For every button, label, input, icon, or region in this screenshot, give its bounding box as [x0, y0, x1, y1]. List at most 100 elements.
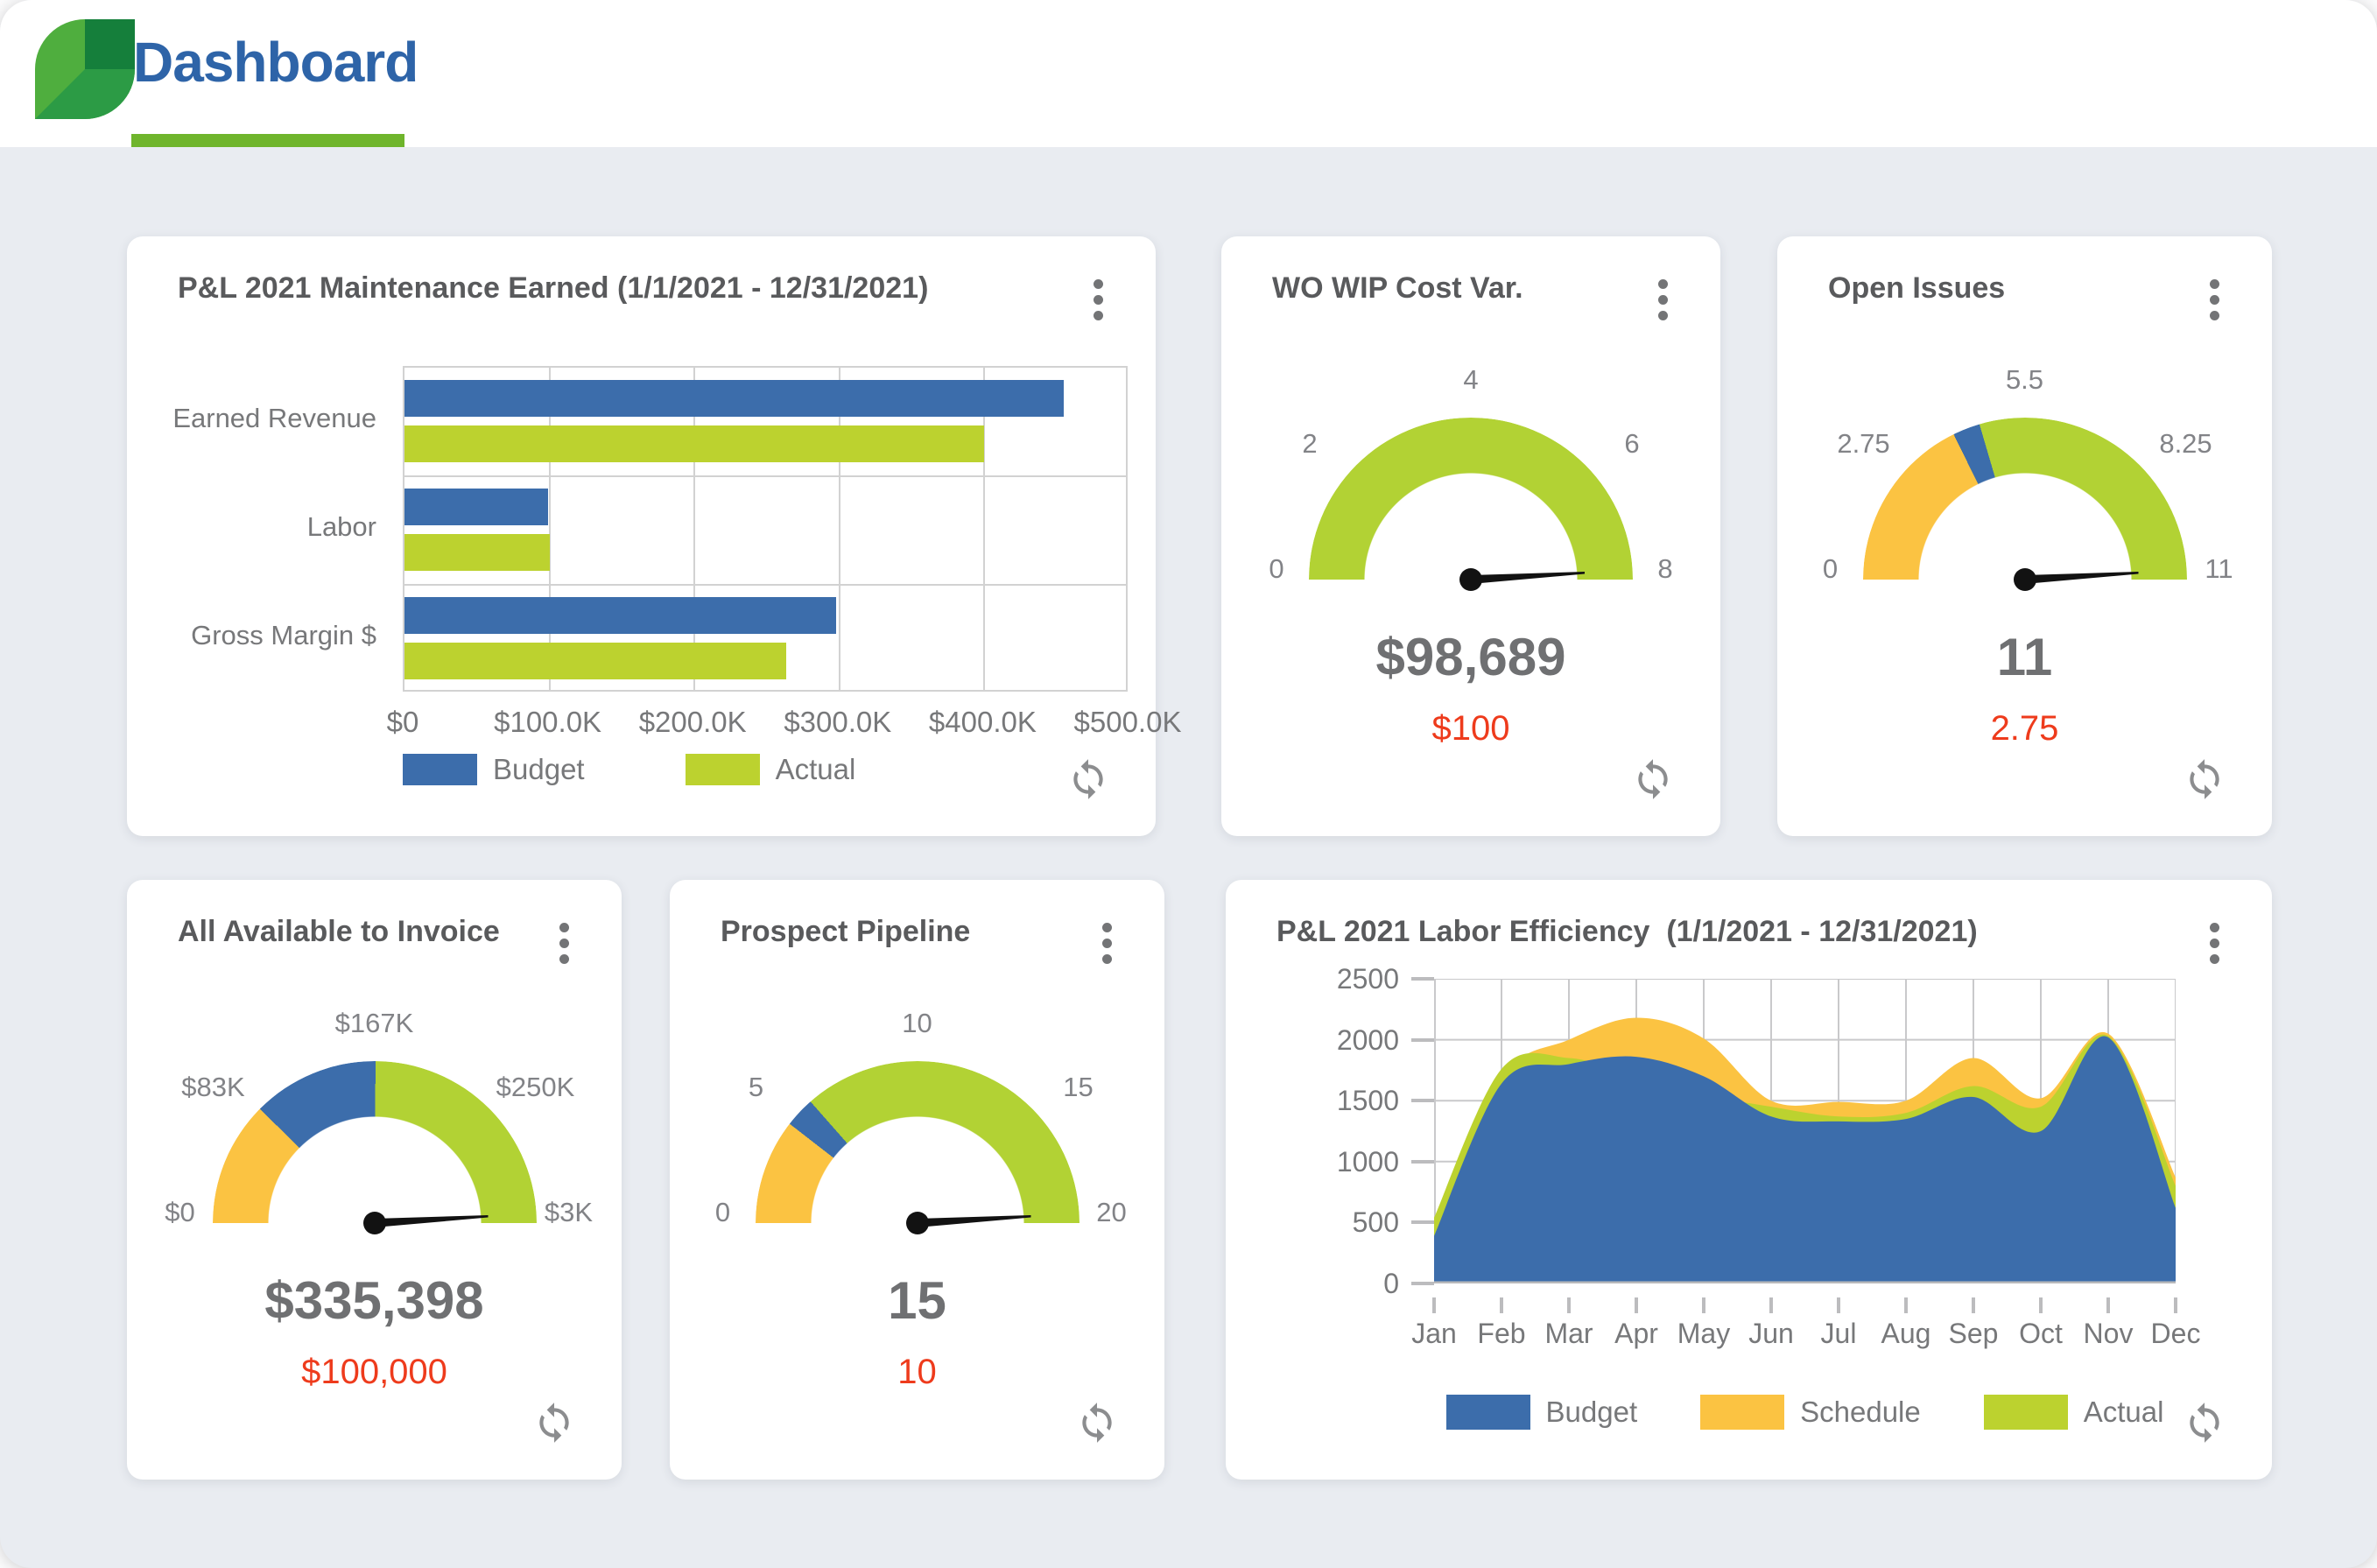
legend-item-actual[interactable]: Actual — [1984, 1395, 2164, 1430]
gauge-target-value: 10 — [670, 1353, 1164, 1392]
gauge-needle-hub — [2014, 568, 2036, 591]
budget-swatch — [1446, 1395, 1530, 1430]
gauge-arc — [1309, 418, 1633, 580]
card-open-issues: Open Issues 02.755.58.2511 11 2.75 — [1777, 236, 2272, 836]
gauge-tick-label: $0 — [165, 1197, 194, 1228]
gauge-arc — [756, 1061, 1079, 1223]
gauge-target-value: $100,000 — [127, 1353, 622, 1392]
bar-chart-legend: Budget Actual — [403, 753, 855, 786]
area-plot — [1434, 979, 2176, 1283]
gauge-tick-label: 20 — [1096, 1197, 1126, 1228]
gauge-tick-label: 2.75 — [1837, 428, 1889, 460]
bar-plot-area — [403, 366, 1128, 692]
area-chart-legend: Budget Schedule Actual — [1434, 1395, 2176, 1430]
gauge-tick-label: 4 — [1463, 364, 1478, 396]
gauge-value: $98,689 — [1221, 627, 1720, 687]
x-tick-mark — [2174, 1297, 2177, 1313]
gauge-tick-label: 2 — [1302, 428, 1317, 460]
legend-item-schedule[interactable]: Schedule — [1700, 1395, 1921, 1430]
gauge-tick-label: 11 — [2205, 553, 2233, 585]
gauge-arc — [213, 1061, 537, 1223]
y-axis-label: 0 — [1226, 1268, 1399, 1300]
gauge-target-value: 2.75 — [1777, 709, 2272, 749]
x-tick-mark — [2039, 1297, 2043, 1313]
x-tick-mark — [1972, 1297, 1975, 1313]
x-axis-label: $400.0K — [904, 706, 1061, 739]
group-separator — [404, 584, 1126, 586]
x-tick-mark — [2106, 1297, 2110, 1313]
actual-swatch — [1984, 1395, 2068, 1430]
x-axis-label: $500.0K — [1049, 706, 1206, 739]
x-tick-mark — [1702, 1297, 1705, 1313]
gauge-tick-label: $250K — [496, 1072, 575, 1103]
area-series-budget — [1434, 1036, 2176, 1283]
refresh-icon[interactable] — [1066, 757, 1110, 801]
refresh-icon[interactable] — [2183, 757, 2226, 801]
bar-actual-1 — [404, 425, 984, 462]
gauge-tick-label: 5 — [749, 1072, 763, 1103]
gauge-tick-label: 0 — [715, 1197, 730, 1228]
legend-label: Actual — [2084, 1396, 2164, 1429]
gauge-tick-label: 8.25 — [2159, 428, 2212, 460]
gauge-tick-label: 6 — [1624, 428, 1639, 460]
y-axis-label: 2000 — [1226, 1024, 1399, 1057]
y-tick-mark — [1411, 1160, 1434, 1164]
y-axis-label: 1500 — [1226, 1085, 1399, 1117]
x-tick-mark — [1635, 1297, 1638, 1313]
gauge-target-value: $100 — [1221, 709, 1720, 749]
gauge-value: $335,398 — [127, 1270, 622, 1331]
y-axis-label: 500 — [1226, 1206, 1399, 1239]
card-labor-efficiency: P&L 2021 Labor Efficiency (1/1/2021 - 12… — [1226, 880, 2272, 1480]
gauge-needle-hub — [1459, 568, 1482, 591]
bar-budget-2 — [404, 489, 548, 525]
gauge-tick-label: $3K — [545, 1197, 593, 1228]
gauge-tick-label: $83K — [181, 1072, 244, 1103]
gauge-needle-hub — [906, 1212, 929, 1234]
gauge-tick-label: 0 — [1269, 553, 1283, 585]
page-title: Dashboard — [133, 30, 418, 95]
bar-budget-1 — [404, 380, 1064, 417]
gauge-tick-label: 5.5 — [2006, 364, 2043, 396]
y-tick-mark — [1411, 1038, 1434, 1042]
legend-item-budget[interactable]: Budget — [1446, 1395, 1638, 1430]
legend-item-actual[interactable]: Actual — [686, 753, 856, 786]
refresh-icon[interactable] — [532, 1401, 576, 1445]
actual-swatch — [686, 754, 760, 785]
labor-area-chart: 05001000150020002500JanFebMarAprMayJunJu… — [1226, 880, 2272, 1480]
legend-item-budget[interactable]: Budget — [403, 753, 585, 786]
gauge-needle-hub — [363, 1212, 386, 1234]
legend-label: Schedule — [1800, 1396, 1921, 1429]
x-axis-label: $300.0K — [759, 706, 917, 739]
refresh-icon[interactable] — [1075, 1401, 1119, 1445]
app-header: Dashboard — [0, 0, 2377, 147]
refresh-icon[interactable] — [2183, 1401, 2226, 1445]
x-axis-label: Dec — [2123, 1318, 2228, 1350]
maintenance-bar-chart: Earned RevenueLaborGross Margin $$0$100.… — [127, 236, 1156, 836]
y-tick-mark — [1411, 977, 1434, 981]
budget-swatch — [403, 754, 477, 785]
gauge-value: 15 — [670, 1270, 1164, 1331]
x-tick-mark — [1500, 1297, 1503, 1313]
x-tick-mark — [1837, 1297, 1840, 1313]
x-axis-label: $0 — [324, 706, 482, 739]
group-separator — [404, 475, 1126, 477]
y-axis-label: 2500 — [1226, 963, 1399, 995]
y-tick-mark — [1411, 1099, 1434, 1102]
bar-budget-3 — [404, 597, 836, 634]
category-label: Earned Revenue — [127, 403, 376, 434]
card-maintenance-earned: P&L 2021 Maintenance Earned (1/1/2021 - … — [127, 236, 1156, 836]
x-axis-label: $200.0K — [614, 706, 771, 739]
y-tick-mark — [1411, 1220, 1434, 1224]
x-tick-mark — [1567, 1297, 1571, 1313]
card-wo-wip-cost-var: WO WIP Cost Var. 02468 $98,689 $100 — [1221, 236, 1720, 836]
x-tick-mark — [1769, 1297, 1773, 1313]
y-axis-label: 1000 — [1226, 1146, 1399, 1178]
x-tick-mark — [1432, 1297, 1436, 1313]
leaf-logo-icon — [35, 19, 135, 119]
gauge-tick-label: 0 — [1823, 553, 1838, 585]
gauge-tick-label: 15 — [1063, 1072, 1093, 1103]
gauge-value: 11 — [1777, 627, 2272, 687]
refresh-icon[interactable] — [1631, 757, 1675, 801]
schedule-swatch — [1700, 1395, 1784, 1430]
legend-label: Budget — [1546, 1396, 1638, 1429]
